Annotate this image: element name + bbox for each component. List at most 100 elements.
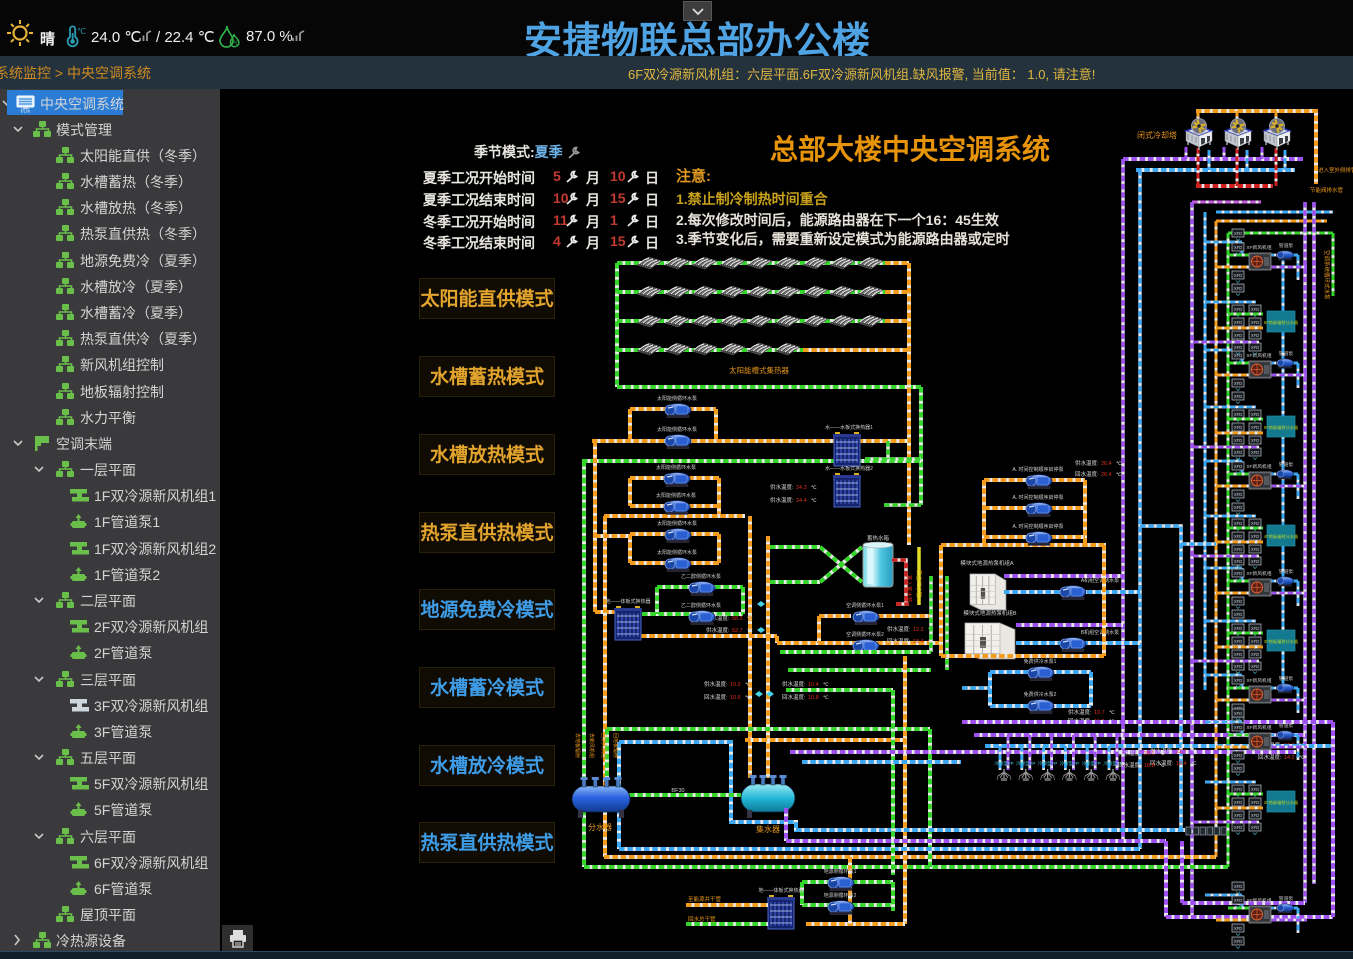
svg-text:10.8: 10.8 [808,695,819,701]
svg-text:供水温度:: 供水温度: [770,496,794,504]
svg-text:去地板辐射: 去地板辐射 [574,733,581,758]
svg-text:℃: ℃ [1299,755,1305,761]
svg-text:供水温度:: 供水温度: [1068,708,1092,716]
svg-text:B机组空调侧水泵: B机组空调侧水泵 [1081,629,1119,636]
svg-text:℃: ℃ [1191,749,1197,755]
svg-text:管道泵: 管道泵 [1279,242,1294,249]
svg-text:XFD: XFD [1234,534,1242,539]
svg-text:24.4: 24.4 [796,498,807,504]
svg-text:供水温度:: 供水温度: [887,625,911,633]
svg-text:节能阀排水管: 节能阀排水管 [1310,186,1344,194]
svg-text:XFD: XFD [1234,307,1242,312]
svg-text:XFD: XFD [1234,559,1242,564]
svg-text:18.8: 18.8 [1144,763,1155,769]
svg-text:14.2: 14.2 [1284,755,1295,761]
svg-text:供水温度:: 供水温度: [782,680,806,688]
svg-text:XFD: XFD [1234,639,1242,644]
svg-text:℃: ℃ [77,27,86,36]
svg-text:XF新风机组: XF新风机组 [1246,352,1272,359]
svg-text:℃: ℃ [1116,472,1122,478]
svg-text:℃: ℃ [747,628,753,634]
svg-text:XFD: XFD [1234,381,1242,386]
svg-text:XFD: XFD [1234,521,1242,526]
svg-text:XFD: XFD [1234,626,1242,631]
svg-text:XFD: XFD [1234,813,1242,818]
svg-text:供水温度:: 供水温度: [704,680,728,688]
svg-text:XFD: XFD [1251,626,1259,631]
svg-text:18.4: 18.4 [1176,761,1187,767]
svg-text:13.4: 13.4 [913,639,924,645]
svg-text:A. 时间控制顺序启停泵: A. 时间控制顺序启停泵 [1012,494,1063,501]
svg-text:20.1: 20.1 [1144,751,1155,757]
svg-text:10.2: 10.2 [730,682,741,688]
svg-text:℃: ℃ [811,498,817,504]
svg-text:XFD: XFD [1234,612,1242,617]
svg-text:3F地板辐射分水器: 3F地板辐射分水器 [1264,638,1299,645]
svg-text:地——体板式换热器: 地——体板式换热器 [605,598,650,605]
svg-text:管道泵: 管道泵 [1279,722,1294,729]
svg-text:去新风机组: 去新风机组 [588,733,595,758]
svg-text:℃: ℃ [1109,710,1115,716]
svg-text:XFD: XFD [1251,333,1259,338]
svg-text:22.7: 22.7 [1176,749,1187,755]
svg-text:XFD: XFD [1234,492,1242,497]
svg-text:XFD: XFD [1234,678,1242,683]
svg-text:冷暖型FP: 冷暖型FP [1060,760,1079,767]
svg-text:XFD: XFD [1234,787,1242,792]
svg-text:XFD: XFD [1234,725,1242,730]
svg-text:℃: ℃ [1116,461,1122,467]
svg-text:XFD: XFD [1234,450,1242,455]
svg-text:XFD: XFD [1234,652,1242,657]
svg-text:XFD: XFD [1251,652,1259,657]
svg-text:管道泵: 管道泵 [1279,461,1294,468]
svg-text:XFD: XFD [1234,353,1242,358]
svg-text:冷暖型FP: 冷暖型FP [1082,760,1101,767]
svg-text:XFD: XFD [1251,412,1259,417]
svg-text:XFD: XFD [1234,898,1242,903]
svg-text:XF新风机组: XF新风机组 [1246,677,1272,684]
svg-text:回地板辐射: 回地板辐射 [612,733,619,758]
svg-text:太阳能侧循环水泵: 太阳能侧循环水泵 [656,464,696,471]
svg-text:空调侧循环水泵1: 空调侧循环水泵1 [846,602,884,609]
svg-text:回水温度:: 回水温度: [704,693,728,701]
svg-text:水——水板式换热器2: 水——水板式换热器2 [825,465,873,472]
svg-text:XFD: XFD [1251,521,1259,526]
svg-text:回水总干管: 回水总干管 [688,915,716,923]
svg-text:℃: ℃ [1191,761,1197,767]
svg-text:空调系统循环式水泵: 空调系统循环式水泵 [1323,250,1331,300]
svg-text:XFD: XFD [1234,320,1242,325]
svg-text:供水温度:: 供水温度: [1118,749,1142,757]
svg-text:太阳能侧循环水泵: 太阳能侧循环水泵 [657,395,697,402]
svg-text:XFD: XFD [1234,753,1242,758]
svg-text:免费供冷水泵2: 免费供冷水泵2 [1024,691,1057,698]
svg-text:模块式地源热泵机组A: 模块式地源热泵机组A [960,559,1014,567]
svg-text:℃: ℃ [747,616,753,622]
svg-text:冷暖型FP: 冷暖型FP [994,760,1013,767]
svg-text:℃: ℃ [1159,751,1165,757]
svg-text:XF新风机组: XF新风机组 [1246,897,1272,904]
svg-text:XF新风机组: XF新风机组 [1246,463,1272,470]
svg-text:乙二醇侧循环水泵: 乙二醇侧循环水泵 [681,602,721,609]
svg-text:XFD: XFD [1234,664,1242,669]
svg-text:XFD: XFD [1234,245,1242,250]
svg-text:℃: ℃ [745,695,751,701]
svg-text:XFD: XFD [1234,571,1242,576]
svg-text:℃: ℃ [233,40,241,47]
svg-text:回水温度:: 回水温度: [782,693,806,701]
svg-text:回水温度:: 回水温度: [1075,470,1099,478]
svg-text:58.3: 58.3 [732,616,743,622]
svg-text:A机组空调侧水泵: A机组空调侧水泵 [1081,577,1119,584]
svg-text:A. 时间控制顺序启停泵: A. 时间控制顺序启停泵 [1012,466,1063,473]
svg-text:地——体板式换热器: 地——体板式换热器 [758,887,803,894]
svg-text:回水温度:: 回水温度: [1118,761,1142,769]
svg-text:XF新风机组: XF新风机组 [1246,724,1272,731]
svg-text:供水温度:: 供水温度: [706,626,730,634]
svg-text:XFD: XFD [1251,813,1259,818]
svg-text:XFD: XFD [1234,505,1242,510]
svg-text:℃: ℃ [745,682,751,688]
svg-text:地源侧循环泵1: 地源侧循环泵1 [824,868,857,875]
svg-text:XF新风机组: XF新风机组 [1246,570,1272,577]
svg-text:XFD: XFD [1251,345,1259,350]
svg-text:XFD: XFD [1251,800,1259,805]
svg-text:回水温度:: 回水温度: [887,637,911,645]
